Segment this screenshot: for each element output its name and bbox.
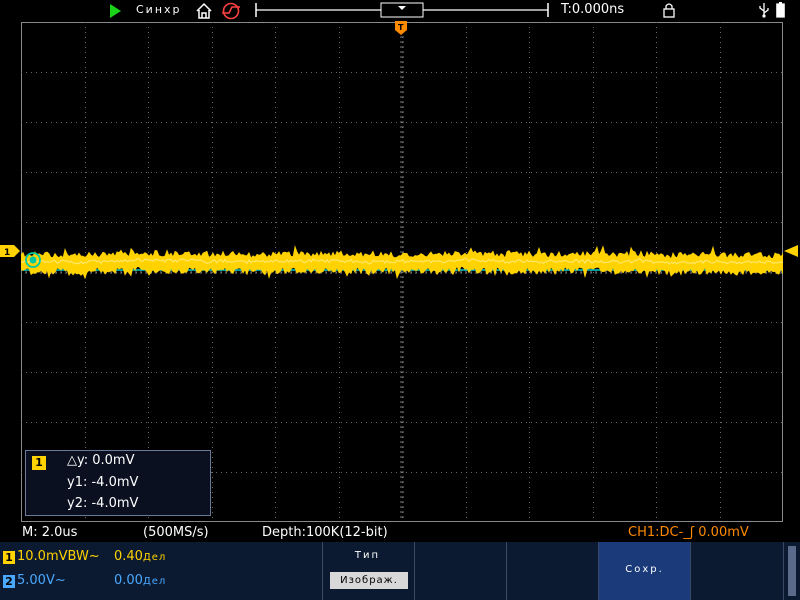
save-button[interactable]: Сохр. [598, 542, 690, 600]
status-bar: Синхр T:0.000ns [0, 0, 800, 22]
home-icon[interactable] [195, 2, 213, 20]
bottom-menu: 1 10.0mVBW~ 0.40Дел 2 5.00V~ 0.00Дел Тип… [0, 542, 800, 600]
battery-icon [776, 2, 785, 18]
ch2-status[interactable]: 2 5.00V~ 0.00Дел [0, 570, 230, 592]
trigger-position-marker[interactable]: T [395, 21, 407, 35]
y1-readout: y1: -4.0mV [67, 475, 139, 490]
y2-readout: y2: -4.0mV [67, 496, 139, 511]
cursor-readout-panel: 1 △y: 0.0mV y1: -4.0mV y2: -4.0mV [25, 450, 211, 516]
ch1-status[interactable]: 1 10.0mVBW~ 0.40Дел [0, 546, 230, 568]
sample-rate: (500MS/s) [143, 525, 209, 540]
trigger-edge-icon[interactable] [221, 2, 241, 20]
lock-icon [663, 3, 675, 18]
svg-text:T: T [398, 23, 404, 32]
ch1-offset: 0.40Дел [114, 549, 167, 564]
ch2-badge: 2 [3, 575, 15, 588]
menu-slot-empty-2[interactable] [414, 542, 504, 600]
menu-scrollbar-thumb[interactable] [788, 546, 796, 596]
ch1-scale: 10.0mVBW~ [17, 549, 100, 564]
time-scale: M: 2.0us [22, 525, 78, 540]
menu-scrollbar[interactable] [783, 542, 800, 600]
ch1-level-marker[interactable]: 1 [0, 245, 20, 257]
ch2-offset: 0.00Дел [114, 573, 167, 588]
time-offset-readout: T:0.000ns [561, 2, 625, 17]
menu-slot-empty-3[interactable] [506, 542, 596, 600]
waveform-display[interactable] [21, 22, 783, 522]
trigger-info: CH1:DC-_ʃ 0.00mV [628, 525, 749, 540]
type-label: Тип [354, 550, 381, 561]
type-value: Изображ. [330, 572, 408, 589]
delta-y-readout: △y: 0.0mV [67, 453, 135, 468]
memory-depth: Depth:100K(12-bit) [262, 525, 388, 540]
play-icon[interactable] [110, 4, 121, 18]
info-line: M: 2.0us (500MS/s) Depth:100K(12-bit) CH… [0, 522, 800, 542]
ch2-scale: 5.00V~ [17, 573, 66, 588]
sync-label: Синхр [136, 3, 182, 16]
type-menu-button[interactable]: Тип Изображ. [322, 542, 412, 600]
ch1-badge: 1 [3, 551, 15, 564]
channel-badge: 1 [32, 456, 46, 470]
memory-position-bar[interactable] [254, 2, 550, 18]
save-label: Сохр. [625, 564, 664, 575]
usb-icon [759, 3, 769, 18]
svg-text:1: 1 [4, 248, 10, 257]
menu-slot-empty-5[interactable] [690, 542, 782, 600]
trigger-level-marker[interactable] [784, 245, 798, 257]
